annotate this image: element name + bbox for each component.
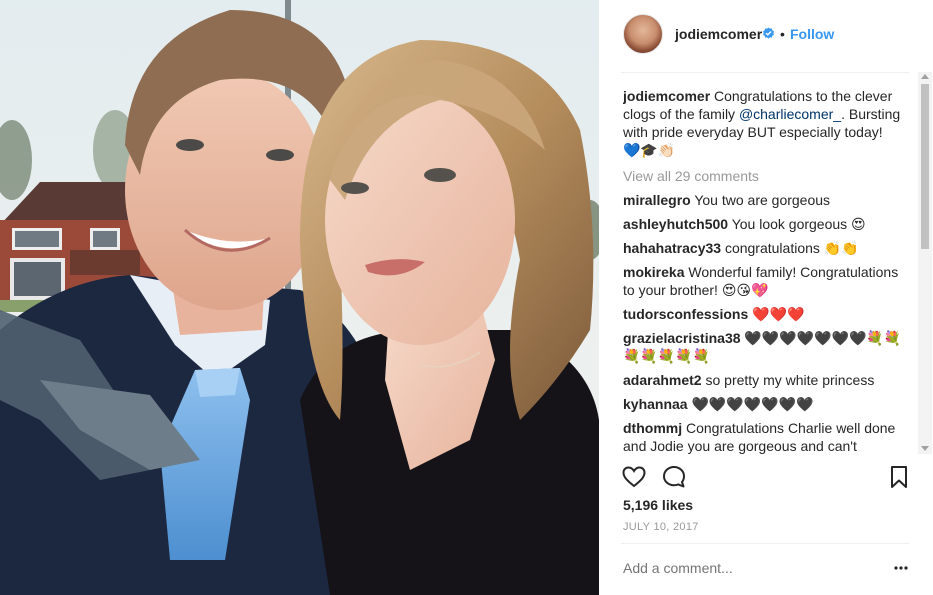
add-comment-input[interactable] xyxy=(623,560,873,576)
comment-bubble-icon[interactable] xyxy=(661,464,687,490)
post-photo[interactable] xyxy=(0,0,599,595)
post-date[interactable]: JULY 10, 2017 xyxy=(623,521,699,533)
action-bar xyxy=(599,460,933,500)
heart-icon[interactable] xyxy=(621,464,647,490)
post-footer: 5,196 likes JULY 10, 2017 xyxy=(599,0,933,595)
bookmark-icon[interactable] xyxy=(886,464,912,490)
more-options-icon[interactable] xyxy=(893,564,909,572)
likes-count[interactable]: 5,196 likes xyxy=(623,497,693,513)
post-image xyxy=(0,0,599,595)
footer-divider xyxy=(621,543,909,544)
